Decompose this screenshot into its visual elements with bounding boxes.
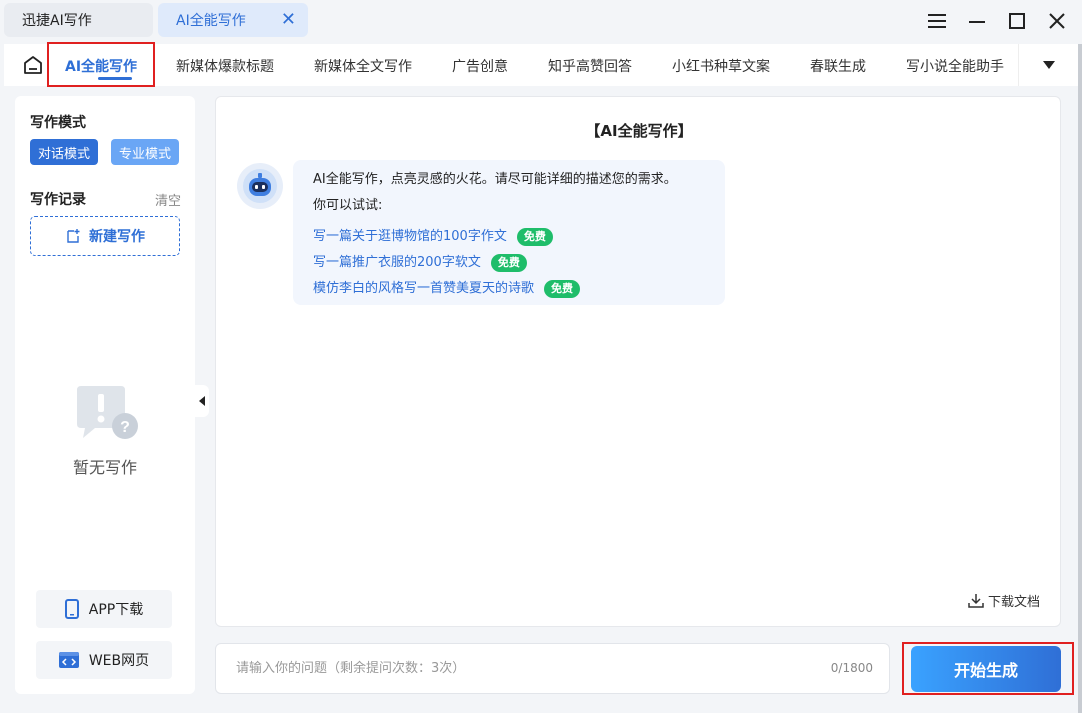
empty-state-icon: ? — [75, 386, 141, 444]
download-doc-label: 下载文档 — [987, 595, 1040, 610]
window-tab-label: 迅捷AI写作 — [22, 13, 92, 29]
nav-tab-zhihu-answer[interactable]: 知乎高赞回答 — [548, 56, 632, 76]
new-write-button[interactable]: 新建写作 — [30, 216, 180, 256]
menu-icon[interactable] — [922, 6, 952, 36]
free-badge: 免费 — [516, 228, 553, 246]
suggestion-item[interactable]: 写一篇关于逛博物馆的100字作文 免费 — [313, 224, 705, 250]
suggestion-text[interactable]: 写一篇关于逛博物馆的100字作文 — [313, 229, 507, 245]
highlight-box-generate — [902, 642, 1074, 695]
window-tab-label: AI全能写作 — [176, 13, 246, 29]
collapse-sidebar-handle[interactable] — [195, 385, 209, 417]
web-page-label: WEB网页 — [88, 653, 150, 669]
nav-tab-couplet[interactable]: 春联生成 — [810, 56, 866, 76]
caret-left-icon — [199, 396, 205, 406]
new-doc-icon — [67, 229, 80, 243]
empty-state-text: 暂无写作 — [72, 458, 137, 477]
suggestion-item[interactable]: 写一篇推广衣服的200字软文 免费 — [313, 250, 705, 276]
maximize-icon[interactable] — [1002, 6, 1032, 36]
nav-tab-ad-idea[interactable]: 广告创意 — [452, 56, 508, 76]
download-icon — [968, 593, 984, 608]
new-write-label: 新建写作 — [89, 229, 145, 245]
chat-panel: 【AI全能写作】 AI全能写作，点亮灵感的火花。请尽可能详细的描述您的需求。 你… — [215, 96, 1061, 627]
app-download-button[interactable]: APP下载 — [36, 590, 172, 628]
page-title: 【AI全能写作】 — [585, 122, 693, 140]
suggestion-text[interactable]: 写一篇推广衣服的200字软文 — [313, 255, 481, 271]
nav-tab-xiaohongshu[interactable]: 小红书种草文案 — [672, 56, 770, 76]
window-tab-home[interactable]: 迅捷AI写作 — [4, 3, 153, 37]
window-tab-ai-writing[interactable]: AI全能写作 ✕ — [158, 3, 308, 37]
mode-title: 写作模式 — [30, 115, 86, 131]
svg-text:?: ? — [120, 419, 130, 436]
highlight-box-tab — [47, 42, 155, 87]
caret-down-icon — [1042, 61, 1055, 69]
feature-nav: AI全能写作 新媒体爆款标题 新媒体全文写作 广告创意 知乎高赞回答 小红书种草… — [4, 44, 1078, 86]
close-icon[interactable] — [1042, 6, 1072, 36]
nav-tab-full-article[interactable]: 新媒体全文写作 — [314, 56, 412, 76]
phone-icon — [64, 599, 79, 619]
pro-mode-button[interactable]: 专业模式 — [111, 139, 179, 165]
web-page-button[interactable]: WEB网页 — [36, 641, 172, 679]
pro-mode-label: 专业模式 — [118, 146, 171, 162]
title-bar: 迅捷AI写作 AI全能写作 ✕ — [0, 0, 1082, 44]
download-doc-button[interactable]: 下载文档 — [968, 591, 1040, 610]
suggestion-item[interactable]: 模仿李白的风格写一首赞美夏天的诗歌 免费 — [313, 276, 705, 302]
char-counter: 0/1800 — [830, 661, 873, 675]
records-title: 写作记录 — [30, 192, 86, 208]
assistant-message: AI全能写作，点亮灵感的火花。请尽可能详细的描述您的需求。 你可以试试: 写一篇… — [293, 160, 725, 305]
question-input[interactable] — [236, 644, 796, 693]
web-code-icon — [58, 652, 79, 668]
free-badge: 免费 — [490, 254, 527, 272]
more-tabs-dropdown[interactable] — [1018, 44, 1078, 86]
free-badge: 免费 — [544, 280, 581, 298]
window-edge — [1078, 44, 1082, 713]
clear-records-button[interactable]: 清空 — [155, 190, 181, 209]
try-label: 你可以试试: — [313, 198, 383, 213]
dialog-mode-button[interactable]: 对话模式 — [30, 139, 98, 165]
nav-tab-novel[interactable]: 写小说全能助手 — [906, 56, 1004, 76]
question-input-container: 0/1800 — [215, 643, 890, 694]
robot-avatar-icon — [237, 163, 283, 209]
intro-text: AI全能写作，点亮灵感的火花。请尽可能详细的描述您的需求。 — [313, 172, 677, 187]
nav-tab-viral-title[interactable]: 新媒体爆款标题 — [176, 56, 274, 76]
close-tab-icon[interactable]: ✕ — [281, 9, 296, 30]
sidebar: 写作模式 对话模式 专业模式 写作记录 清空 新建写作 ? 暂无写作 APP下载… — [15, 96, 195, 694]
app-download-label: APP下载 — [88, 602, 144, 618]
home-icon[interactable] — [22, 54, 44, 76]
minimize-icon[interactable] — [962, 6, 992, 36]
dialog-mode-label: 对话模式 — [37, 146, 90, 162]
suggestion-text[interactable]: 模仿李白的风格写一首赞美夏天的诗歌 — [313, 281, 534, 297]
